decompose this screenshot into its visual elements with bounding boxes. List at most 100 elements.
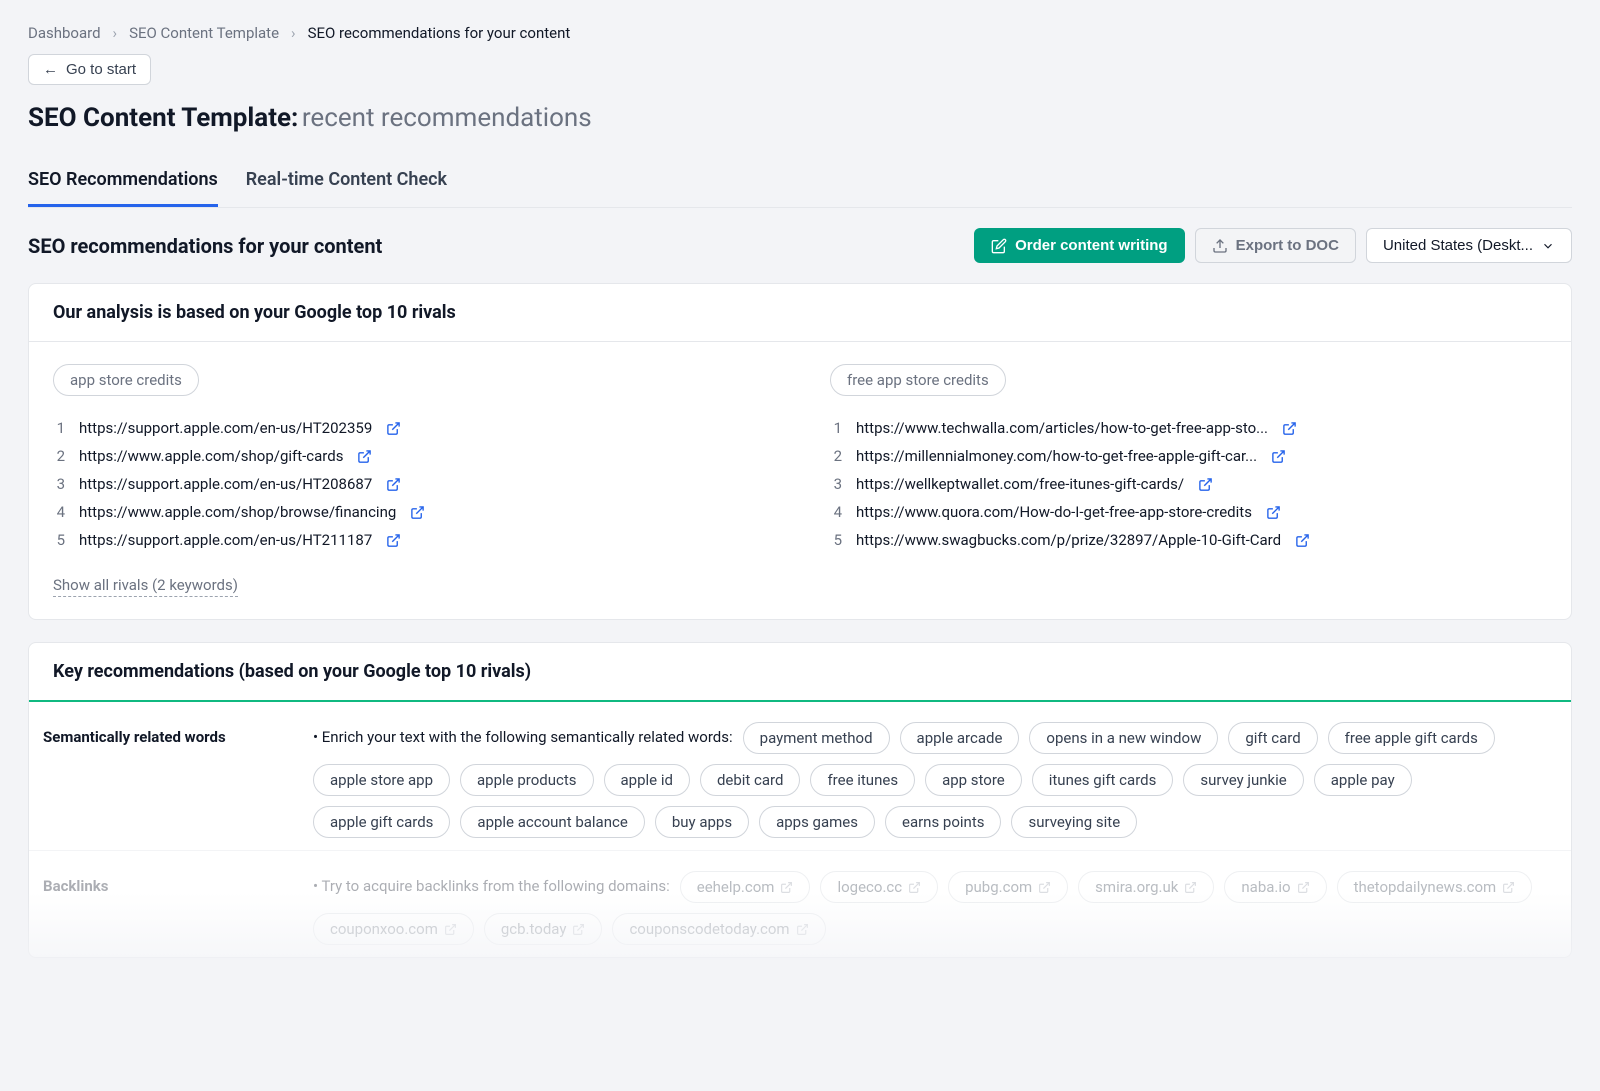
rival-rank: 2 bbox=[53, 447, 65, 465]
backlink-domain-pill[interactable]: gcb.today bbox=[484, 913, 603, 945]
tab-realtime-check[interactable]: Real-time Content Check bbox=[246, 159, 447, 207]
semantic-intro: • Enrich your text with the following se… bbox=[313, 728, 733, 746]
breadcrumb-current: SEO recommendations for your content bbox=[308, 24, 571, 42]
backlink-domain-pill[interactable]: logeco.cc bbox=[820, 871, 938, 903]
rival-rank: 1 bbox=[830, 419, 842, 437]
page-title-main: SEO Content Template: bbox=[28, 103, 298, 133]
semantic-word-pill[interactable]: earns points bbox=[885, 806, 1002, 838]
export-doc-button[interactable]: Export to DOC bbox=[1195, 228, 1356, 263]
rival-rank: 5 bbox=[53, 531, 65, 549]
semantic-word-pill[interactable]: apple id bbox=[604, 764, 690, 796]
external-link-icon bbox=[444, 923, 457, 936]
rival-url-item[interactable]: 2 https://www.apple.com/shop/gift-cards bbox=[53, 442, 770, 470]
rival-url-item[interactable]: 5 https://support.apple.com/en-us/HT21118… bbox=[53, 526, 770, 554]
semantic-word-pill[interactable]: apple account balance bbox=[460, 806, 644, 838]
order-content-button[interactable]: Order content writing bbox=[974, 228, 1185, 263]
external-link-icon bbox=[908, 881, 921, 894]
country-select[interactable]: United States (Deskt... bbox=[1366, 228, 1572, 263]
semantic-word-pill[interactable]: itunes gift cards bbox=[1032, 764, 1174, 796]
country-select-value: United States (Deskt... bbox=[1383, 237, 1533, 254]
export-doc-label: Export to DOC bbox=[1236, 237, 1339, 254]
arrow-left-icon: ← bbox=[43, 61, 58, 78]
external-link-icon bbox=[1502, 881, 1515, 894]
external-link-icon bbox=[1297, 881, 1310, 894]
tab-seo-recommendations[interactable]: SEO Recommendations bbox=[28, 159, 218, 207]
rival-rank: 1 bbox=[53, 419, 65, 437]
breadcrumb: Dashboard › SEO Content Template › SEO r… bbox=[28, 24, 1572, 42]
backlink-domain-pill[interactable]: couponxoo.com bbox=[313, 913, 474, 945]
external-link-icon bbox=[386, 421, 401, 436]
backlinks-row: Backlinks • Try to acquire backlinks fro… bbox=[29, 851, 1571, 957]
edit-icon bbox=[991, 238, 1007, 254]
rival-url: https://support.apple.com/en-us/HT211187 bbox=[79, 531, 372, 549]
rival-rank: 3 bbox=[53, 475, 65, 493]
rival-url-item[interactable]: 2https://millennialmoney.com/how-to-get-… bbox=[830, 442, 1547, 470]
backlink-domain-pill[interactable]: eehelp.com bbox=[680, 871, 811, 903]
rival-url-item[interactable]: 4 https://www.quora.com/How-do-I-get-free… bbox=[830, 498, 1547, 526]
semantic-word-pill[interactable]: apple arcade bbox=[900, 722, 1020, 754]
rival-rank: 3 bbox=[830, 475, 842, 493]
semantic-word-pill[interactable]: apple products bbox=[460, 764, 593, 796]
rival-url: https://www.apple.com/shop/gift-cards bbox=[79, 447, 343, 465]
page-title: SEO Content Template: recent recommendat… bbox=[28, 103, 1572, 133]
backlinks-label: Backlinks bbox=[43, 871, 313, 945]
semantic-words-row: Semantically related words • Enrich your… bbox=[29, 702, 1571, 851]
backlink-domain-pill[interactable]: pubg.com bbox=[948, 871, 1068, 903]
semantic-word-pill[interactable]: opens in a new window bbox=[1029, 722, 1218, 754]
semantic-word-pill[interactable]: free apple gift cards bbox=[1328, 722, 1495, 754]
breadcrumb-dashboard[interactable]: Dashboard bbox=[28, 24, 101, 42]
rivals-column: app store credits1https://support.apple.… bbox=[53, 364, 770, 554]
external-link-icon bbox=[796, 923, 809, 936]
semantic-word-pill[interactable]: apple store app bbox=[313, 764, 450, 796]
upload-icon bbox=[1212, 238, 1228, 254]
semantic-word-pill[interactable]: payment method bbox=[743, 722, 890, 754]
external-link-icon bbox=[1198, 477, 1213, 492]
backlinks-intro: • Try to acquire backlinks from the foll… bbox=[313, 877, 670, 895]
rival-url: https://www.techwalla.com/articles/how-t… bbox=[856, 419, 1268, 437]
backlink-domain-pill[interactable]: naba.io bbox=[1224, 871, 1326, 903]
external-link-icon bbox=[1271, 449, 1286, 464]
semantic-word-pill[interactable]: apps games bbox=[759, 806, 875, 838]
external-link-icon bbox=[780, 881, 793, 894]
rivals-card-title: Our analysis is based on your Google top… bbox=[53, 302, 1547, 323]
external-link-icon bbox=[1295, 533, 1310, 548]
page-title-sub: recent recommendations bbox=[302, 103, 592, 133]
semantic-word-pill[interactable]: gift card bbox=[1228, 722, 1317, 754]
semantic-word-pill[interactable]: survey junkie bbox=[1183, 764, 1303, 796]
keyword-chip: free app store credits bbox=[830, 364, 1006, 396]
rival-rank: 4 bbox=[53, 503, 65, 521]
semantic-word-pill[interactable]: apple gift cards bbox=[313, 806, 450, 838]
external-link-icon bbox=[410, 505, 425, 520]
rival-url-item[interactable]: 3https://wellkeptwallet.com/free-itunes-… bbox=[830, 470, 1547, 498]
show-all-rivals-link[interactable]: Show all rivals (2 keywords) bbox=[53, 576, 238, 597]
rival-url-item[interactable]: 5https://www.swagbucks.com/p/prize/32897… bbox=[830, 526, 1547, 554]
semantic-word-pill[interactable]: buy apps bbox=[655, 806, 749, 838]
rival-rank: 4 bbox=[830, 503, 842, 521]
semantic-words-label: Semantically related words bbox=[43, 722, 313, 838]
external-link-icon bbox=[1266, 505, 1281, 520]
semantic-word-pill[interactable]: free itunes bbox=[810, 764, 915, 796]
rival-url-item[interactable]: 4https://www.apple.com/shop/browse/finan… bbox=[53, 498, 770, 526]
backlink-domain-pill[interactable]: smira.org.uk bbox=[1078, 871, 1214, 903]
semantic-word-pill[interactable]: app store bbox=[925, 764, 1022, 796]
external-link-icon bbox=[1184, 881, 1197, 894]
semantic-word-pill[interactable]: debit card bbox=[700, 764, 801, 796]
rival-url: https://www.swagbucks.com/p/prize/32897/… bbox=[856, 531, 1281, 549]
rival-url: https://millennialmoney.com/how-to-get-f… bbox=[856, 447, 1257, 465]
rival-url-item[interactable]: 3https://support.apple.com/en-us/HT20868… bbox=[53, 470, 770, 498]
go-to-start-button[interactable]: ← Go to start bbox=[28, 54, 151, 85]
go-to-start-label: Go to start bbox=[66, 61, 136, 78]
semantic-word-pill[interactable]: surveying site bbox=[1011, 806, 1137, 838]
breadcrumb-template[interactable]: SEO Content Template bbox=[129, 24, 279, 42]
rivals-card: Our analysis is based on your Google top… bbox=[28, 283, 1572, 620]
semantic-word-pill[interactable]: apple pay bbox=[1314, 764, 1412, 796]
external-link-icon bbox=[357, 449, 372, 464]
external-link-icon bbox=[386, 477, 401, 492]
rival-url-item[interactable]: 1https://support.apple.com/en-us/HT20235… bbox=[53, 414, 770, 442]
section-heading: SEO recommendations for your content bbox=[28, 234, 382, 258]
rival-url: https://www.quora.com/How-do-I-get-free-… bbox=[856, 503, 1252, 521]
rival-url-item[interactable]: 1 https://www.techwalla.com/articles/how-… bbox=[830, 414, 1547, 442]
backlink-domain-pill[interactable]: couponscodetoday.com bbox=[612, 913, 825, 945]
backlink-domain-pill[interactable]: thetopdailynews.com bbox=[1337, 871, 1533, 903]
external-link-icon bbox=[1282, 421, 1297, 436]
